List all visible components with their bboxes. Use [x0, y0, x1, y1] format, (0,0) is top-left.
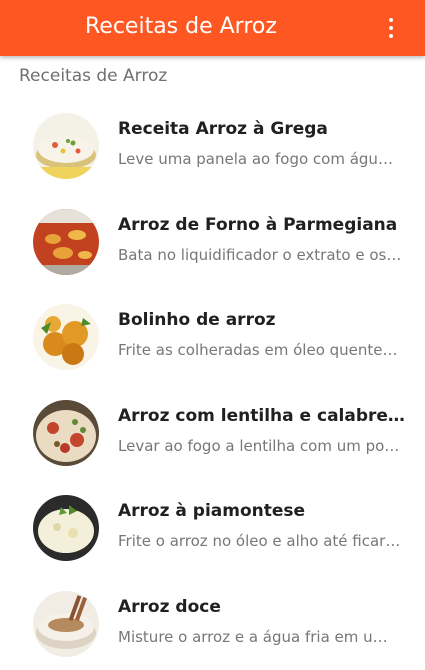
recipe-photo [33, 113, 99, 179]
recipe-title: Arroz de Forno à Parmegiana [118, 215, 405, 235]
recipe-photo [33, 304, 99, 370]
recipe-preview: Levar ao fogo a lentilha com um pouco de… [118, 437, 402, 455]
recipe-photo [33, 209, 99, 275]
recipe-photo [33, 495, 99, 561]
app-title: Receitas de Arroz [85, 13, 277, 41]
recipe-item[interactable]: Arroz doce Misture o arroz e a água fria… [0, 575, 425, 670]
recipe-list: Receita Arroz à Grega Leve uma panela ao… [0, 97, 425, 670]
recipe-photo [33, 591, 99, 657]
recipe-preview: Bata no liquidificador o extrato e os te… [118, 246, 402, 264]
recipe-title: Receita Arroz à Grega [118, 119, 405, 139]
recipe-title: Arroz doce [118, 597, 405, 617]
recipe-title: Arroz com lentilha e calabresa [118, 406, 405, 426]
recipe-preview: Frite o arroz no óleo e alho até ficar s… [118, 532, 402, 550]
recipe-item[interactable]: Arroz de Forno à Parmegiana Bata no liqu… [0, 193, 425, 289]
recipe-preview: Frite as colheradas em óleo quente, deix… [118, 341, 402, 359]
overflow-menu-icon[interactable] [385, 16, 397, 40]
recipe-photo [33, 400, 99, 466]
recipe-item[interactable]: Arroz com lentilha e calabresa Levar ao … [0, 384, 425, 480]
recipe-item[interactable]: Arroz à piamontese Frite o arroz no óleo… [0, 479, 425, 575]
recipe-item[interactable]: Receita Arroz à Grega Leve uma panela ao… [0, 97, 425, 193]
recipe-preview: Leve uma panela ao fogo com água, sal e … [118, 150, 402, 168]
section-header: Receitas de Arroz [19, 66, 167, 86]
recipe-title: Bolinho de arroz [118, 310, 405, 330]
recipe-preview: Misture o arroz e a água fria em uma pan… [118, 628, 402, 646]
recipe-item[interactable]: Bolinho de arroz Frite as colheradas em … [0, 288, 425, 384]
recipe-title: Arroz à piamontese [118, 501, 405, 521]
app-bar: Receitas de Arroz [0, 0, 425, 56]
